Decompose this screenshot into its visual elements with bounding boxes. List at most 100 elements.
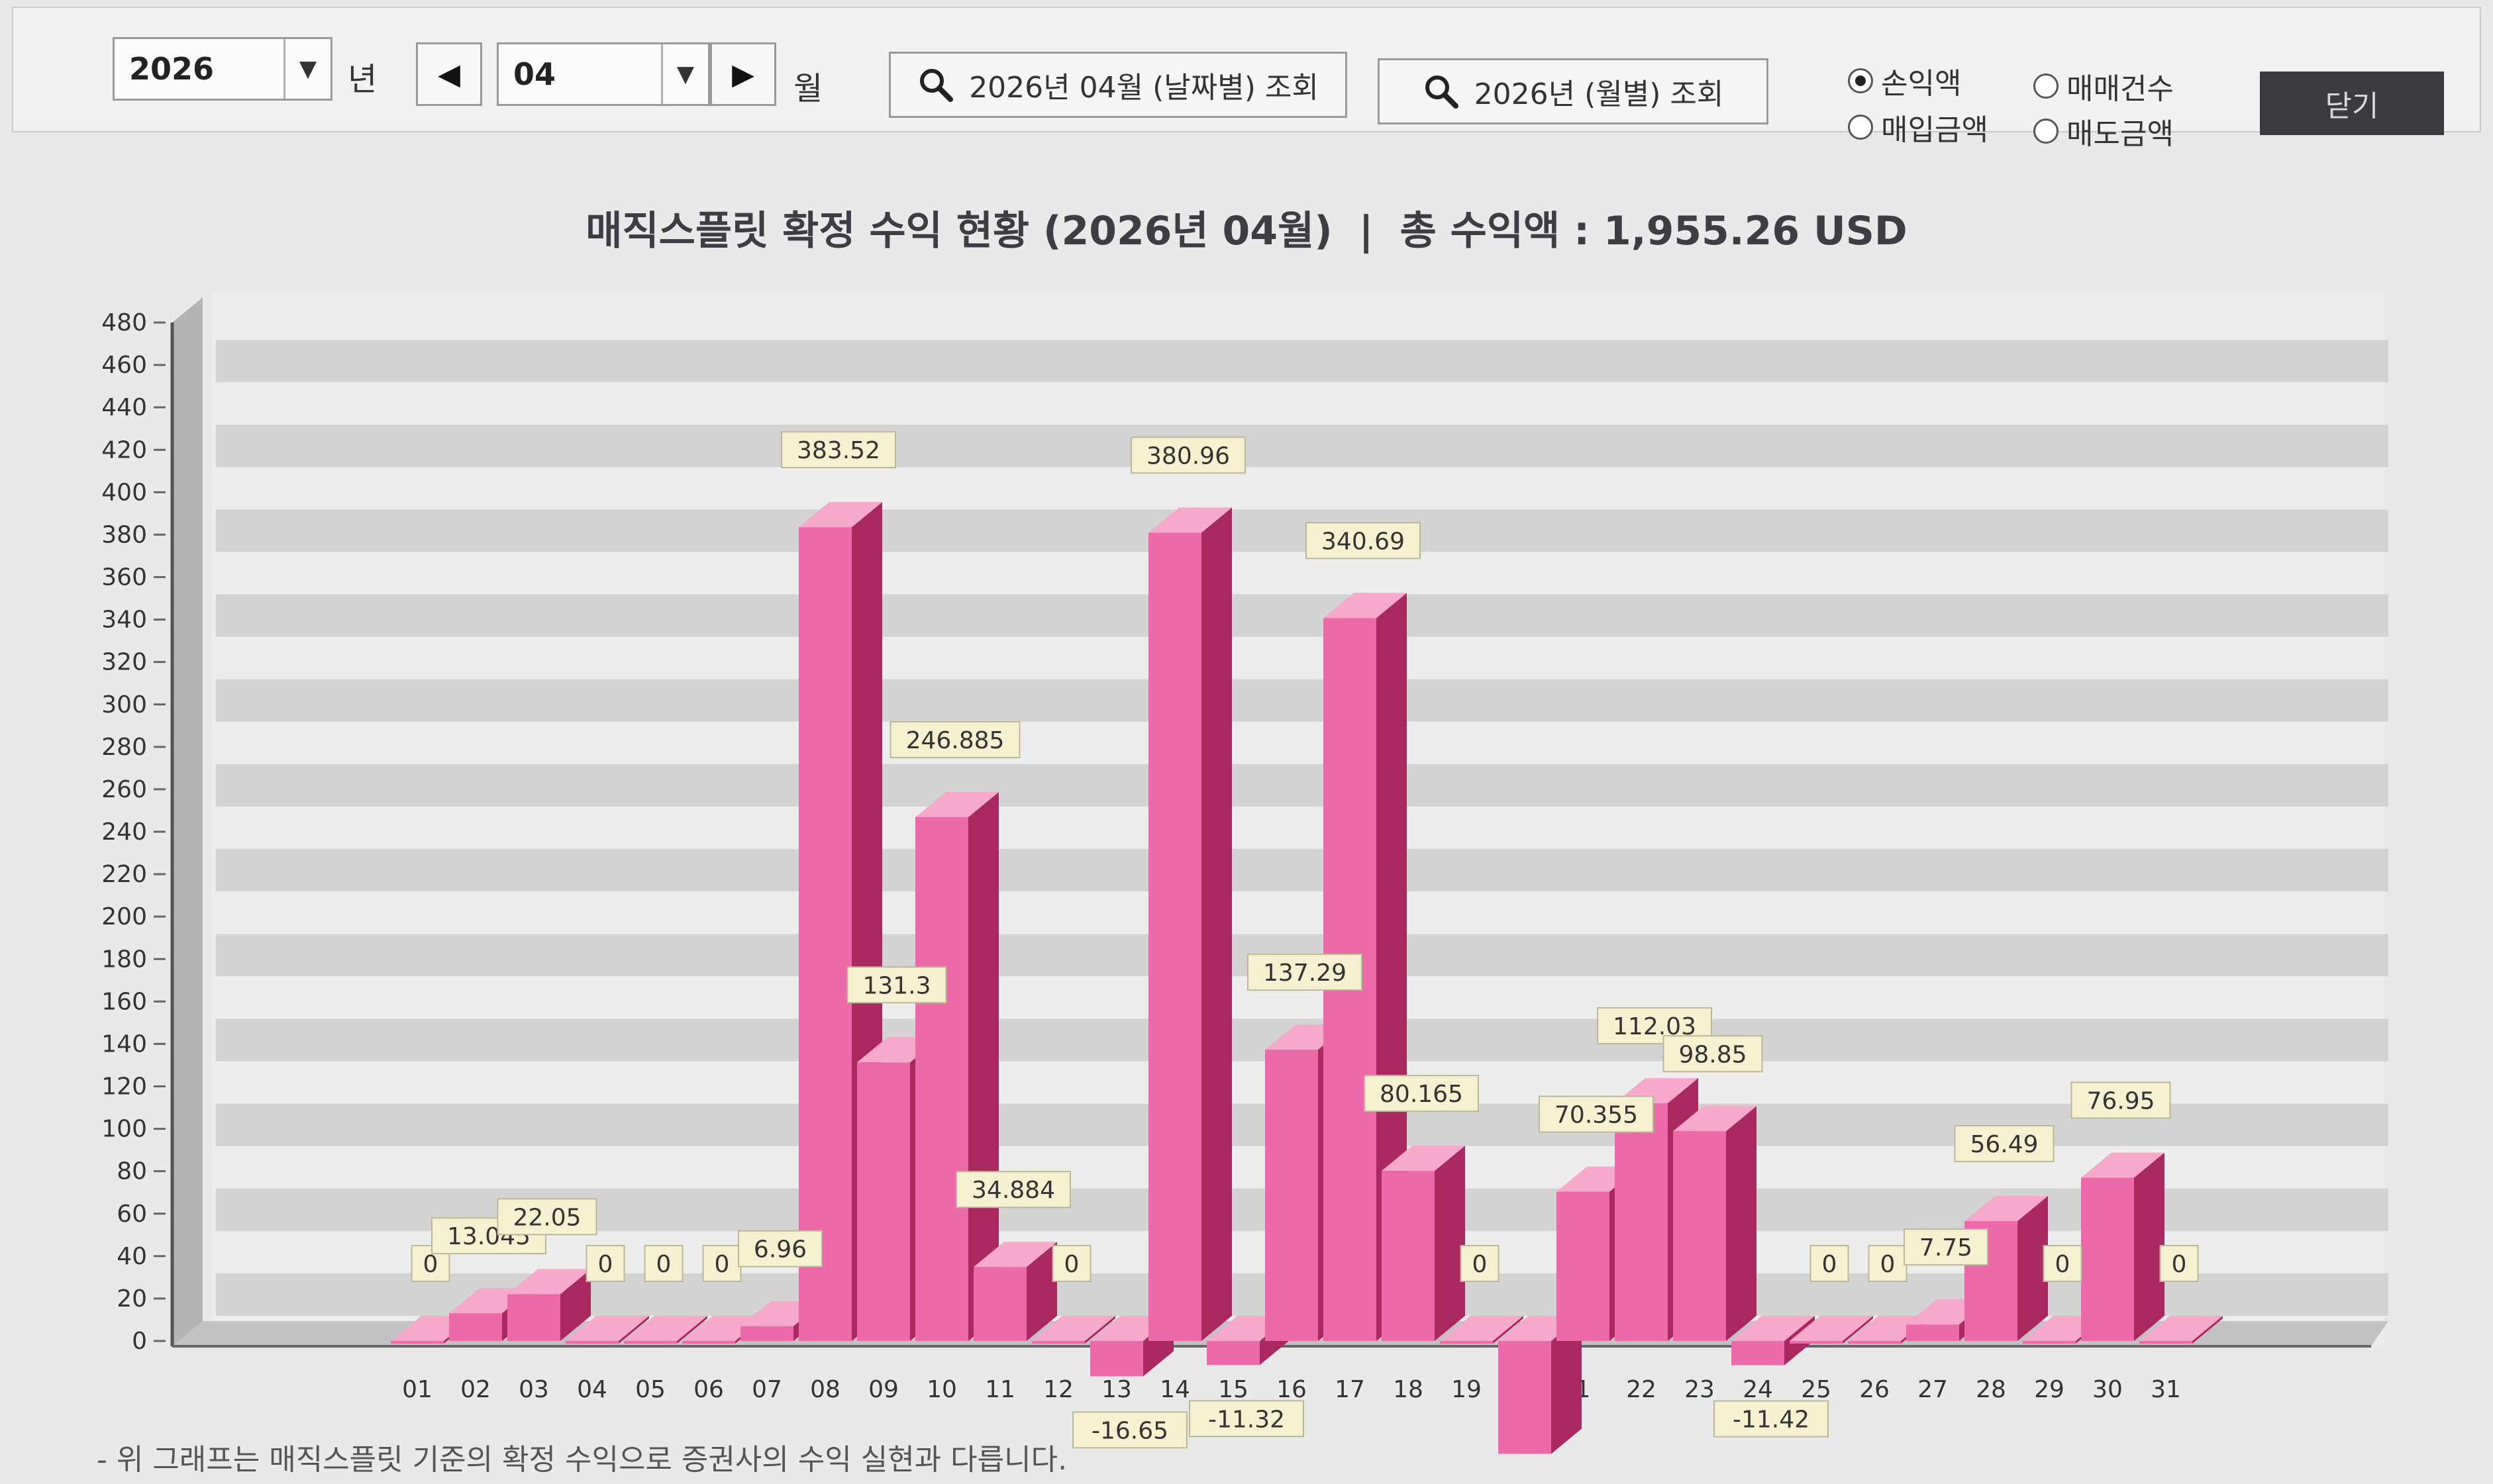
bar-front — [1556, 1191, 1609, 1341]
bar — [1148, 507, 1232, 1342]
data-label: 22.05 — [497, 1198, 597, 1236]
x-tick-label: 13 — [1101, 1376, 1132, 1403]
x-tick-label: 31 — [2151, 1376, 2181, 1403]
x-tick-label: 17 — [1335, 1376, 1365, 1403]
data-label: 0 — [2043, 1245, 2082, 1282]
data-label-text: 246.885 — [906, 727, 1005, 754]
bar-side — [1201, 507, 1232, 1342]
y-tick-label: 80 — [117, 1158, 147, 1185]
data-label-text: 0 — [423, 1251, 438, 1278]
x-tick-label: 28 — [1976, 1376, 2006, 1403]
y-tick-label: 360 — [101, 564, 147, 591]
bar-front — [1382, 1171, 1435, 1341]
x-tick-label: 14 — [1160, 1376, 1190, 1403]
y-tick-label: 280 — [101, 734, 147, 761]
bar-front — [1615, 1103, 1668, 1341]
y-tick-label: 380 — [101, 521, 147, 548]
bar-front — [682, 1341, 735, 1344]
data-label: 70.355 — [1539, 1095, 1654, 1133]
x-tick-label: 16 — [1276, 1376, 1307, 1403]
y-tick-label: 260 — [101, 776, 147, 803]
x-tick-label: 23 — [1684, 1376, 1715, 1403]
data-label: -11.32 — [1189, 1400, 1304, 1438]
x-axis-ticks: 01 02 03 04 05 06 07 08 09 10 11 12 13 14 15 16 17 18 19 1 2… — [402, 1376, 2181, 1403]
data-label: 380.96 — [1131, 436, 1246, 474]
bar-front — [1207, 1341, 1260, 1365]
bar-front — [2139, 1341, 2192, 1344]
x-tick-label: 27 — [1917, 1376, 1948, 1403]
x-tick-label: 02 — [460, 1376, 491, 1403]
x-tick-label: 24 — [1743, 1376, 1773, 1403]
grid-band — [216, 849, 2388, 892]
bar-front — [740, 1326, 793, 1341]
data-label: 6.96 — [738, 1230, 823, 1267]
x-tick-label: 25 — [1801, 1376, 1831, 1403]
grid-band — [216, 509, 2388, 552]
x-tick-label: 03 — [519, 1376, 549, 1403]
bar — [1382, 1146, 1465, 1341]
bar-front — [1148, 532, 1201, 1342]
data-label-text: 98.85 — [1678, 1041, 1747, 1068]
data-label: 0 — [2159, 1245, 2199, 1282]
data-label-text: 383.52 — [797, 437, 880, 464]
bar-front — [2023, 1341, 2076, 1344]
data-label: 80.165 — [1364, 1075, 1479, 1113]
x-tick-label: 11 — [985, 1376, 1015, 1403]
data-label: 76.95 — [2070, 1081, 2171, 1119]
y-tick-label: 220 — [101, 861, 147, 888]
bar-front — [1731, 1341, 1784, 1365]
bar-front — [1440, 1341, 1493, 1344]
data-label: 34.884 — [956, 1171, 1071, 1209]
data-label: 0 — [1052, 1245, 1092, 1282]
y-tick-label: 480 — [101, 309, 147, 336]
y-tick-label: 140 — [101, 1030, 147, 1058]
x-tick-label: 22 — [1626, 1376, 1656, 1403]
data-label-text: 76.95 — [2086, 1087, 2155, 1114]
data-label-text: 56.49 — [1970, 1131, 2038, 1158]
bar-front — [507, 1294, 560, 1341]
bar-front — [566, 1341, 619, 1344]
bar-chart: 0204060801001201401601802002202402602803… — [101, 291, 2388, 1454]
y-tick-label: 40 — [117, 1243, 147, 1270]
bar-front — [1498, 1341, 1551, 1454]
data-label-text: 7.75 — [1919, 1234, 1972, 1261]
data-label-text: 131.3 — [862, 972, 931, 999]
y-tick-label: 120 — [101, 1073, 147, 1101]
x-tick-label: 26 — [1859, 1376, 1890, 1403]
data-label-text: -11.32 — [1208, 1406, 1285, 1433]
bar-front — [915, 816, 968, 1341]
data-label-text: 0 — [598, 1251, 613, 1278]
data-label-text: 70.355 — [1554, 1102, 1638, 1129]
data-label: 0 — [1460, 1245, 1500, 1282]
footnote: - 위 그래프는 매직스플릿 기준의 확정 수익으로 증권사의 수익 실현과 다… — [97, 1443, 1068, 1477]
bar-front — [449, 1313, 502, 1341]
grid-band — [216, 594, 2388, 637]
y-tick-label: 340 — [101, 607, 147, 634]
y-tick-label: 300 — [101, 691, 147, 718]
y-tick-label: 160 — [101, 988, 147, 1015]
x-tick-label: 29 — [2034, 1376, 2064, 1403]
y-tick-label: 400 — [101, 479, 147, 506]
data-label-text: 0 — [715, 1251, 730, 1278]
data-label: 98.85 — [1662, 1035, 1763, 1073]
x-tick-label: 18 — [1393, 1376, 1423, 1403]
bar — [2081, 1152, 2164, 1341]
data-label: 0 — [702, 1245, 742, 1282]
bar-front — [624, 1341, 677, 1344]
bar-front — [1906, 1324, 1959, 1341]
bar — [974, 1242, 1057, 1341]
data-label-text: 0 — [1064, 1251, 1080, 1278]
data-label: 7.75 — [1904, 1228, 1988, 1266]
y-tick-label: 200 — [101, 903, 147, 930]
data-label-text: 34.884 — [972, 1177, 1055, 1204]
bar-front — [799, 527, 852, 1342]
data-label-text: 22.05 — [513, 1204, 581, 1231]
x-tick-label: 06 — [693, 1376, 724, 1403]
data-label: 340.69 — [1305, 522, 1421, 560]
data-label-text: 0 — [1822, 1251, 1837, 1278]
data-label: -16.65 — [1072, 1411, 1188, 1449]
bar-front — [1673, 1131, 1726, 1341]
data-label-text: 0 — [1880, 1251, 1896, 1278]
x-tick-label: 08 — [810, 1376, 840, 1403]
data-label: -11.42 — [1713, 1400, 1829, 1438]
